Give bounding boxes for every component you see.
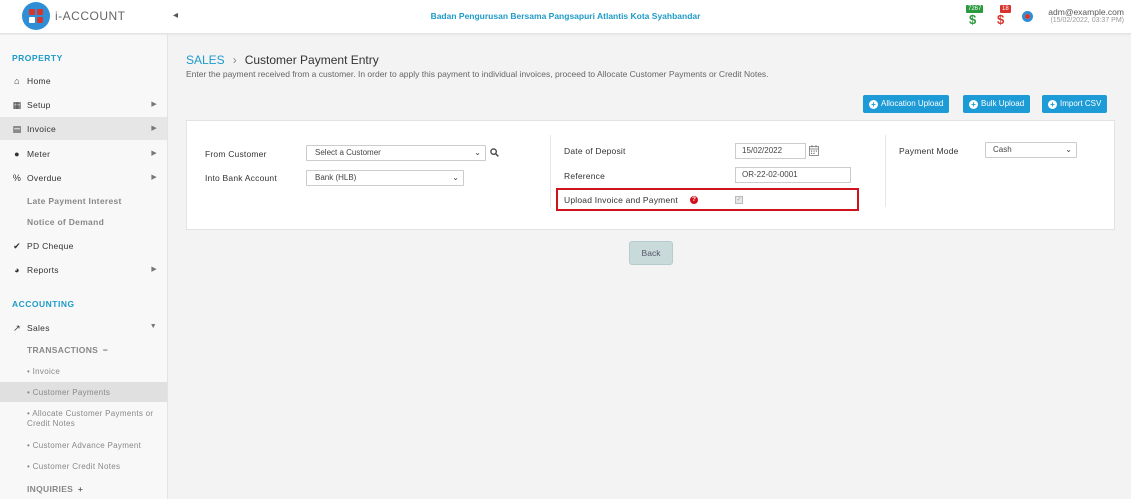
- plus-circle-icon: +: [969, 100, 978, 109]
- sidebar-item-pd-cheque[interactable]: ✔ PD Cheque: [0, 234, 167, 257]
- payment-mode-label: Payment Mode: [899, 146, 959, 156]
- plus-circle-icon: +: [869, 100, 878, 109]
- column-divider: [550, 135, 551, 207]
- collapse-minus-icon: −: [102, 345, 109, 355]
- breadcrumb-separator-icon: ›: [232, 53, 237, 67]
- top-bar: i-ACCOUNT ◂ Badan Pengurusan Bersama Pan…: [0, 0, 1131, 34]
- caret-down-icon: ▼: [149, 323, 157, 330]
- question-circle-icon[interactable]: ?: [690, 196, 698, 204]
- import-csv-button[interactable]: + Import CSV: [1042, 95, 1108, 113]
- caret-right-icon: ▶: [151, 266, 157, 273]
- user-email[interactable]: adm@example.com: [1048, 7, 1124, 17]
- sidebar-item-meter[interactable]: ● Meter ▶: [0, 142, 167, 165]
- sidebar-item-home[interactable]: ⌂ Home: [0, 69, 167, 92]
- into-bank-account-label: Into Bank Account: [205, 173, 277, 183]
- upload-invoice-and-payment-checkbox[interactable]: ✓: [735, 196, 743, 204]
- check-icon: ✔: [13, 241, 21, 251]
- sidebar-leaf-customer-credit-notes[interactable]: • Customer Credit Notes: [0, 456, 167, 476]
- allocation-upload-button[interactable]: + Allocation Upload: [863, 95, 950, 113]
- dollar-up-badge-icon[interactable]: $ 7267: [966, 5, 984, 26]
- page-title: Customer Payment Entry: [244, 53, 379, 67]
- breadcrumb-sales[interactable]: SALES: [186, 53, 225, 67]
- sidebar-item-setup[interactable]: ▦ Setup ▶: [0, 93, 167, 116]
- green-badge-count: 7267: [966, 5, 984, 13]
- caret-right-icon: ▶: [151, 150, 157, 157]
- page-description: Enter the payment received from a custom…: [186, 69, 769, 79]
- pie-chart-icon: ◕: [14, 265, 20, 275]
- sidebar-item-notice-of-demand[interactable]: Notice of Demand: [27, 217, 104, 227]
- red-badge-count: 18: [1000, 5, 1011, 13]
- breadcrumb: SALES › Customer Payment Entry: [186, 53, 379, 67]
- into-bank-account-select[interactable]: Bank (HLB) ⌄: [306, 170, 464, 186]
- user-datetime: (15/02/2022, 03:37 PM): [1050, 17, 1124, 24]
- search-icon[interactable]: [490, 148, 499, 157]
- percent-icon: %: [12, 173, 22, 183]
- calendar-icon[interactable]: [809, 145, 819, 156]
- upload-invoice-and-payment-label: Upload Invoice and Payment: [564, 195, 678, 205]
- sidebar: PROPERTY ⌂ Home ▦ Setup ▶ ▤ Invoice ▶ ● …: [0, 35, 168, 499]
- sidebar-item-overdue[interactable]: % Overdue ▶: [0, 166, 167, 189]
- sidebar-item-sales[interactable]: ↗ Sales ▼: [0, 316, 167, 339]
- chevron-down-icon: ⌄: [1065, 145, 1072, 154]
- chevron-down-icon: ⌄: [474, 148, 481, 157]
- sidebar-leaf-invoice[interactable]: • Invoice: [0, 361, 167, 381]
- droplet-icon: ●: [14, 149, 20, 159]
- reference-input[interactable]: OR-22-02-0001: [735, 167, 851, 183]
- reference-label: Reference: [564, 171, 606, 181]
- plus-circle-icon: +: [1048, 100, 1057, 109]
- property-title: Badan Pengurusan Bersama Pangsapuri Atla…: [430, 11, 701, 21]
- caret-right-icon: ▶: [151, 125, 157, 132]
- back-button[interactable]: Back: [629, 241, 673, 265]
- file-icon: ▤: [12, 124, 22, 134]
- caret-right-icon: ▶: [151, 174, 157, 181]
- sidebar-item-invoice[interactable]: ▤ Invoice ▶: [0, 117, 167, 140]
- payment-mode-select[interactable]: Cash ⌄: [985, 142, 1077, 158]
- column-divider: [885, 135, 886, 207]
- grid-icon: ▦: [12, 100, 22, 110]
- date-of-deposit-input[interactable]: 15/02/2022: [735, 143, 806, 159]
- sidebar-leaf-customer-advance-payment[interactable]: • Customer Advance Payment: [0, 435, 167, 455]
- sidebar-leaf-allocate-customer-payments[interactable]: • Allocate Customer Payments or Credit N…: [0, 403, 167, 431]
- dollar-down-badge-icon[interactable]: $ 18: [996, 5, 1011, 26]
- sidebar-section-property: PROPERTY: [12, 53, 63, 63]
- expand-plus-icon: +: [77, 484, 84, 494]
- from-customer-label: From Customer: [205, 149, 267, 159]
- chevron-down-icon: ⌄: [452, 173, 459, 182]
- transactions-group[interactable]: TRANSACTIONS −: [27, 345, 108, 355]
- home-icon: ⌂: [14, 76, 20, 86]
- sidebar-leaf-customer-payments[interactable]: • Customer Payments: [0, 382, 167, 402]
- sidebar-item-late-payment-interest[interactable]: Late Payment Interest: [27, 196, 122, 206]
- from-customer-select[interactable]: Select a Customer ⌄: [306, 145, 486, 161]
- sidebar-section-accounting: ACCOUNTING: [12, 299, 75, 309]
- bulk-upload-button[interactable]: + Bulk Upload: [963, 95, 1031, 113]
- date-of-deposit-label: Date of Deposit: [564, 146, 626, 156]
- inquiries-group[interactable]: INQUIRIES +: [27, 484, 83, 494]
- lifebuoy-icon[interactable]: [1022, 11, 1033, 22]
- sidebar-item-reports[interactable]: ◕ Reports ▶: [0, 258, 167, 281]
- line-chart-icon: ↗: [13, 323, 21, 333]
- caret-right-icon: ▶: [151, 101, 157, 108]
